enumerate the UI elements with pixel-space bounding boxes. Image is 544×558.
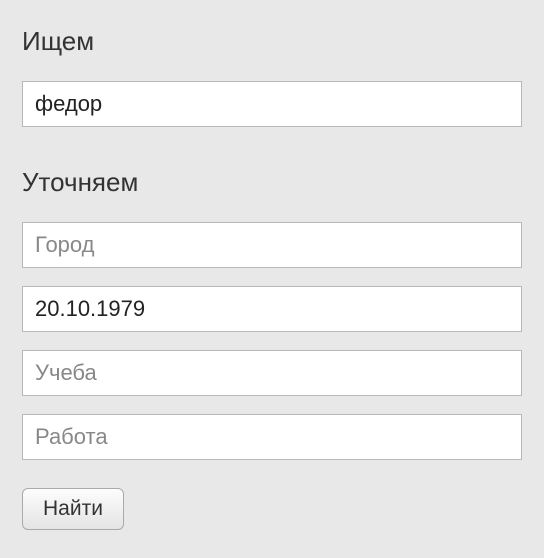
search-button[interactable]: Найти: [22, 488, 124, 530]
search-section-label: Ищем: [22, 26, 522, 57]
education-input[interactable]: [22, 350, 522, 396]
refine-section-label: Уточняем: [22, 167, 522, 198]
name-input[interactable]: [22, 81, 522, 127]
work-input[interactable]: [22, 414, 522, 460]
city-input[interactable]: [22, 222, 522, 268]
date-input[interactable]: [22, 286, 522, 332]
